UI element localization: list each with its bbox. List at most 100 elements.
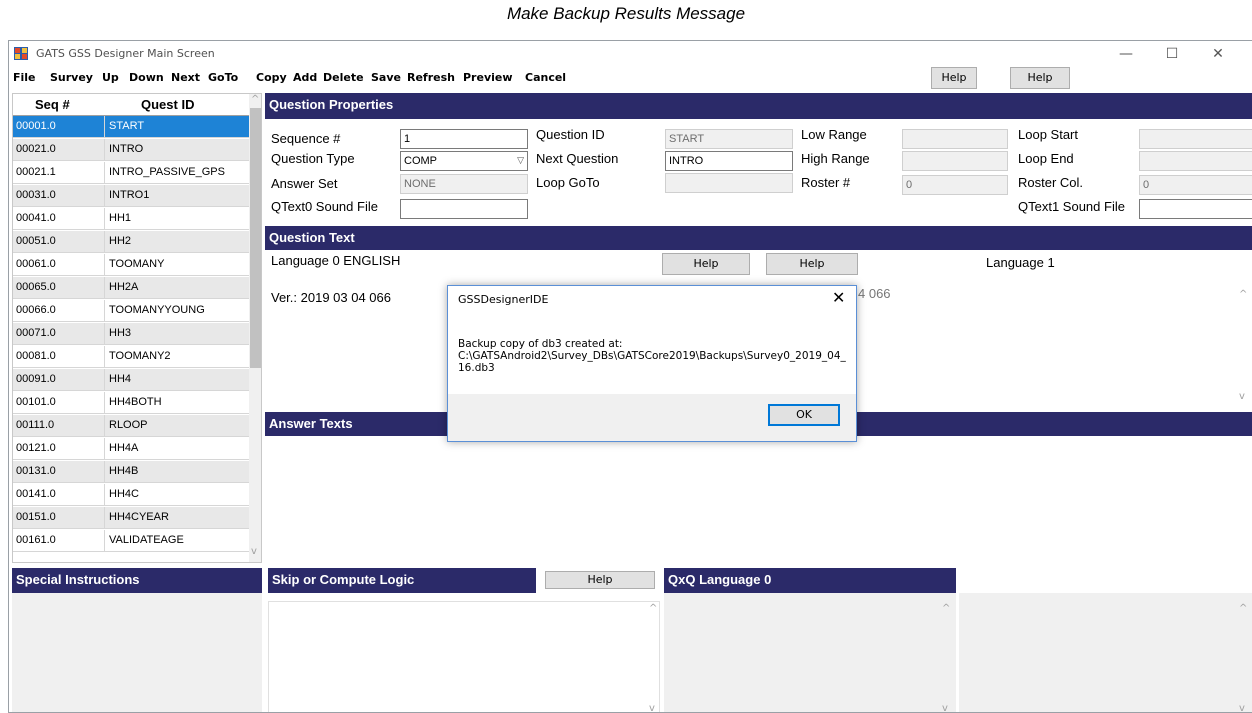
quest-id-cell: HH4CYEAR (109, 511, 169, 523)
chevron-down-icon[interactable]: ▽ (517, 155, 524, 166)
answer-set-field[interactable]: NONE (400, 174, 528, 194)
seq-cell: 00121.0 (16, 442, 56, 454)
menu-cancel[interactable]: Cancel (525, 71, 566, 84)
menu-up[interactable]: Up (102, 71, 119, 84)
cell-divider (104, 231, 105, 253)
loop-goto-field[interactable] (665, 173, 793, 193)
menu-save[interactable]: Save (371, 71, 401, 84)
qtext1-sound-label: QText1 Sound File (1018, 199, 1125, 214)
loop-goto-label: Loop GoTo (536, 175, 600, 190)
table-row[interactable]: 00021.1 INTRO_PASSIVE_GPS (13, 162, 249, 184)
qxq-scroll-down-icon[interactable]: v (942, 703, 948, 712)
close-icon[interactable]: ✕ (1201, 41, 1235, 67)
skip-help-button[interactable]: Help (545, 571, 655, 589)
table-row[interactable]: 00121.0 HH4A (13, 438, 249, 460)
table-row[interactable]: 00001.0 START (13, 116, 249, 138)
menu-preview[interactable]: Preview (463, 71, 513, 84)
table-row[interactable]: 00081.0 TOOMANY2 (13, 346, 249, 368)
table-row[interactable]: 00051.0 HH2 (13, 231, 249, 253)
cell-divider (104, 162, 105, 184)
qtext-scroll-up-icon[interactable]: ^ (1239, 289, 1247, 300)
skip-scroll-up-icon[interactable]: ^ (649, 603, 657, 614)
seq-cell: 00061.0 (16, 258, 56, 270)
menu-goto[interactable]: GoTo (208, 71, 238, 84)
skip-scroll-down-icon[interactable]: v (649, 703, 655, 712)
qxq-language1-area[interactable] (959, 593, 1252, 712)
qxq-language-header: QxQ Language 0 (664, 568, 956, 593)
high-range-field[interactable] (902, 151, 1008, 171)
cell-divider (104, 530, 105, 552)
dialog-message: Backup copy of db3 created at: C:\GATSAn… (458, 338, 850, 374)
table-row[interactable]: 00066.0 TOOMANYYOUNG (13, 300, 249, 322)
loop-end-field[interactable] (1139, 151, 1252, 171)
menu-refresh[interactable]: Refresh (407, 71, 455, 84)
cell-divider (104, 139, 105, 161)
skip-logic-area[interactable] (268, 601, 660, 712)
cell-divider (104, 507, 105, 529)
qtext0-sound-field[interactable] (400, 199, 528, 219)
quest-id-cell: START (109, 120, 145, 132)
sequence-field[interactable]: 1 (400, 129, 528, 149)
table-row[interactable]: 00151.0 HH4CYEAR (13, 507, 249, 529)
cell-divider (104, 415, 105, 437)
text-help-button-1[interactable]: Help (662, 253, 750, 275)
table-row[interactable]: 00111.0 RLOOP (13, 415, 249, 437)
menu-delete[interactable]: Delete (323, 71, 364, 84)
menu-copy[interactable]: Copy (256, 71, 287, 84)
table-row[interactable]: 00161.0 VALIDATEAGE (13, 530, 249, 552)
question-id-label: Question ID (536, 127, 605, 142)
loop-start-field[interactable] (1139, 129, 1252, 149)
question-properties-header: Question Properties (265, 93, 1252, 119)
next-question-label: Next Question (536, 151, 619, 166)
quest-id-cell: HH4C (109, 488, 139, 500)
ok-button[interactable]: OK (768, 404, 840, 426)
table-row[interactable]: 00031.0 INTRO1 (13, 185, 249, 207)
table-row[interactable]: 00041.0 HH1 (13, 208, 249, 230)
scroll-down-icon[interactable]: v (251, 546, 257, 557)
help-button-1[interactable]: Help (931, 67, 977, 89)
menu-down[interactable]: Down (129, 71, 164, 84)
quest-column-header[interactable]: Quest ID (141, 97, 194, 112)
qtext1-sound-field[interactable] (1139, 199, 1252, 219)
qxq1-scroll-down-icon[interactable]: v (1239, 703, 1245, 712)
roster-col-field[interactable]: 0 (1139, 175, 1252, 195)
qxq-scroll-up-icon[interactable]: ^ (942, 603, 950, 614)
figure-caption: Make Backup Results Message (506, 4, 746, 23)
menu-survey[interactable]: Survey (50, 71, 93, 84)
text-help-button-2[interactable]: Help (766, 253, 858, 275)
table-row[interactable]: 00131.0 HH4B (13, 461, 249, 483)
next-question-field[interactable]: INTRO (665, 151, 793, 171)
scroll-up-icon[interactable]: ^ (251, 94, 259, 105)
menu-file[interactable]: File (13, 71, 36, 84)
roster-label: Roster # (801, 175, 851, 190)
seq-column-header[interactable]: Seq # (35, 97, 70, 112)
maximize-icon[interactable]: ☐ (1155, 41, 1189, 67)
roster-field[interactable]: 0 (902, 175, 1008, 195)
skip-logic-header: Skip or Compute Logic (268, 568, 536, 593)
dialog-close-icon[interactable]: ✕ (832, 288, 845, 307)
qxq-area[interactable] (664, 593, 956, 712)
menu-add[interactable]: Add (293, 71, 317, 84)
table-row[interactable]: 00061.0 TOOMANY (13, 254, 249, 276)
question-type-select[interactable]: COMP ▽ (400, 151, 528, 171)
quest-id-cell: HH4BOTH (109, 396, 162, 408)
list-scrollbar[interactable]: ^ v (249, 94, 261, 562)
table-row[interactable]: 00065.0 HH2A (13, 277, 249, 299)
table-row[interactable]: 00091.0 HH4 (13, 369, 249, 391)
question-id-field[interactable]: START (665, 129, 793, 149)
minimize-icon[interactable]: — (1109, 41, 1143, 67)
table-row[interactable]: 00021.0 INTRO (13, 139, 249, 161)
question-list: Seq # Quest ID 00001.0 START 00021.0 INTRO 0… (12, 93, 262, 563)
qtext-scroll-down-icon[interactable]: v (1239, 391, 1245, 402)
scroll-thumb[interactable] (250, 108, 261, 368)
special-instructions-area[interactable] (12, 593, 262, 712)
qxq1-scroll-up-icon[interactable]: ^ (1239, 603, 1247, 614)
table-row[interactable]: 00101.0 HH4BOTH (13, 392, 249, 414)
table-row[interactable]: 00141.0 HH4C (13, 484, 249, 506)
dialog-message-line1: Backup copy of db3 created at: (458, 338, 623, 350)
low-range-field[interactable] (902, 129, 1008, 149)
table-row[interactable]: 00071.0 HH3 (13, 323, 249, 345)
cell-divider (104, 346, 105, 368)
menu-next[interactable]: Next (171, 71, 200, 84)
help-button-2[interactable]: Help (1010, 67, 1070, 89)
